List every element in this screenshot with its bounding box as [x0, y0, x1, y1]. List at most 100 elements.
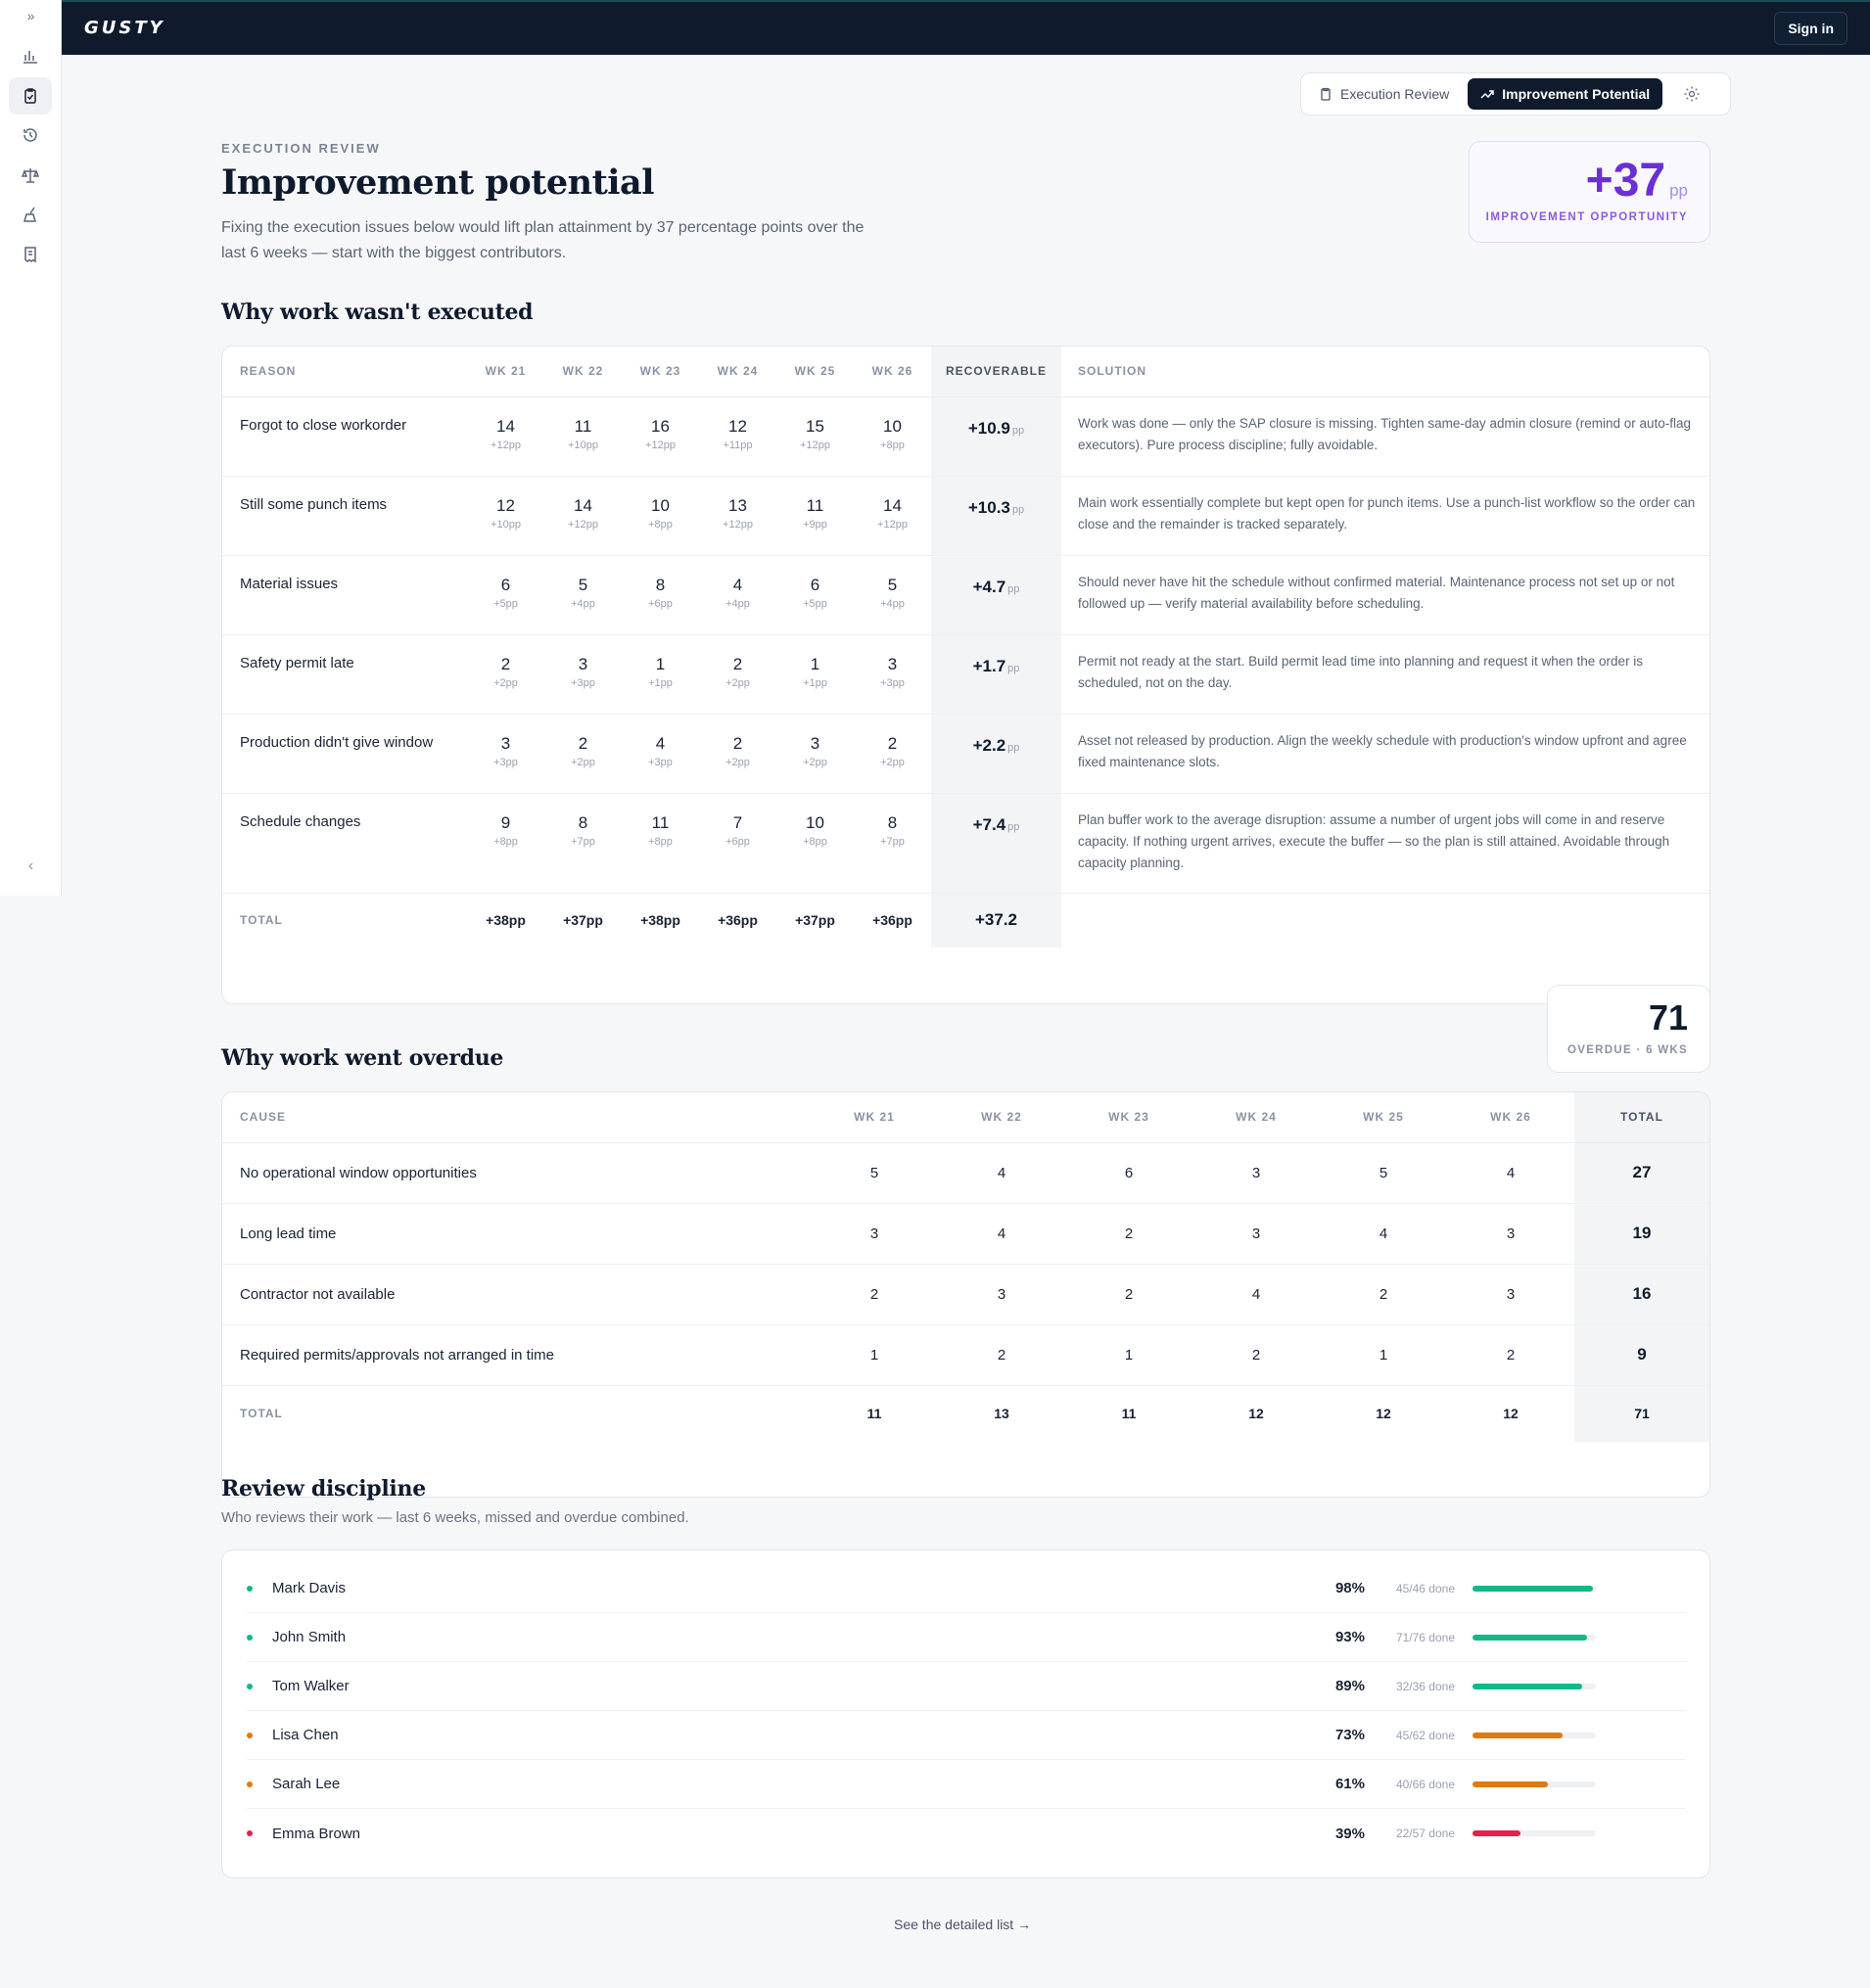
- week-pp: +4pp: [725, 597, 750, 610]
- expand-sidebar-icon[interactable]: »: [0, 8, 62, 23]
- week-cell: 6 +5pp: [776, 555, 854, 635]
- kpi-label: IMPROVEMENT OPPORTUNITY: [1485, 211, 1688, 223]
- week-count: 12: [728, 416, 747, 436]
- solution-cell: Work was done — only the SAP closure is …: [1061, 396, 1709, 477]
- status-dot: [247, 1780, 253, 1787]
- week-pp: +9pp: [803, 518, 827, 531]
- week-cell: 4: [938, 1142, 1065, 1204]
- tab-label: Improvement Potential: [1502, 86, 1651, 102]
- week-pp: +4pp: [880, 597, 905, 610]
- eyebrow: EXECUTION REVIEW: [221, 141, 381, 156]
- week-count: 2: [732, 654, 743, 673]
- week-pp: +1pp: [648, 676, 673, 689]
- total-week: +36pp: [718, 912, 758, 929]
- table-row: Contractor not available 2 3 2 4 2 3 16: [222, 1264, 1709, 1325]
- week-cell: 1: [811, 1324, 938, 1386]
- top-bar: GUSTY Sign in: [62, 0, 1870, 55]
- list-item[interactable]: John Smith 93% 71/76 done: [247, 1613, 1686, 1662]
- week-cell: 10 +8pp: [854, 396, 931, 477]
- week-cell: 2 +2pp: [699, 714, 776, 794]
- week-cell: 1 +1pp: [622, 634, 699, 715]
- week-count: 13: [728, 495, 747, 515]
- week-count: 15: [806, 416, 824, 436]
- broom-icon[interactable]: [9, 196, 52, 233]
- list-item[interactable]: Mark Davis 98% 45/46 done: [247, 1564, 1686, 1613]
- week-pp: +5pp: [803, 597, 827, 610]
- person-name: Emma Brown: [272, 1825, 361, 1842]
- week-cell: 3 +3pp: [544, 634, 622, 715]
- week-cell: 4: [1447, 1142, 1574, 1204]
- week-cell: 11 +9pp: [776, 476, 854, 556]
- week-cell: 3 +2pp: [776, 714, 854, 794]
- week-cell: 3 +3pp: [854, 634, 931, 715]
- week-pp: +2pp: [493, 676, 518, 689]
- trending-up-icon: [1480, 90, 1495, 99]
- history-icon[interactable]: [9, 116, 52, 154]
- recoverable-value: +10.9: [967, 418, 1010, 438]
- reason-label: Production didn't give window: [240, 733, 434, 751]
- recoverable-cell: +4.7 pp: [931, 555, 1061, 635]
- list-item[interactable]: Emma Brown 39% 22/57 done: [247, 1809, 1686, 1858]
- section-title-overdue: Why work went overdue: [221, 1045, 504, 1071]
- recoverable-unit: pp: [1007, 820, 1020, 833]
- week-cell: 5: [811, 1142, 938, 1204]
- week-cell: 4 +3pp: [622, 714, 699, 794]
- review-percent: 98%: [1334, 1580, 1365, 1596]
- list-item[interactable]: Lisa Chen 73% 45/62 done: [247, 1711, 1686, 1760]
- week-cell: 13 +12pp: [699, 476, 776, 556]
- week-count: 10: [651, 495, 670, 515]
- recoverable-cell: +10.9 pp: [931, 396, 1061, 477]
- week-cell: 8 +6pp: [622, 555, 699, 635]
- col-header: WK 23: [1065, 1092, 1192, 1143]
- tab-execution-review[interactable]: Execution Review: [1306, 78, 1462, 110]
- sign-in-button[interactable]: Sign in: [1774, 12, 1847, 45]
- reason-label: Material issues: [240, 575, 339, 592]
- progress-bar: [1473, 1732, 1596, 1738]
- detailed-list-link[interactable]: See the detailed list →: [894, 1917, 1031, 1932]
- progress-bar-fill: [1473, 1732, 1563, 1738]
- clipboard-icon: [1321, 87, 1331, 101]
- page-title: Improvement potential: [221, 162, 655, 203]
- week-cell: 2 +2pp: [854, 714, 931, 794]
- total-recoverable: +37.2: [931, 893, 1061, 948]
- col-header: WK 25: [1320, 1092, 1447, 1143]
- week-pp: +3pp: [648, 756, 673, 768]
- week-count: 14: [883, 495, 902, 515]
- bar-chart-icon[interactable]: [9, 37, 52, 74]
- scale-icon[interactable]: [9, 157, 52, 194]
- col-header: WK 21: [467, 347, 544, 397]
- tab-improvement-potential[interactable]: Improvement Potential: [1468, 78, 1663, 110]
- col-header: TOTAL: [1574, 1092, 1709, 1143]
- total-cell: 9: [1574, 1324, 1709, 1386]
- reason-cell: Material issues: [222, 555, 467, 635]
- cause-cell: Contractor not available: [222, 1264, 811, 1325]
- list-item[interactable]: Tom Walker 89% 32/36 done: [247, 1662, 1686, 1711]
- total-week: +37pp: [795, 912, 835, 929]
- table-row: Production didn't give window 3 +3pp 2 +2pp 4…: [222, 714, 1709, 794]
- week-cell: 6 +5pp: [467, 555, 544, 635]
- review-percent: 61%: [1334, 1776, 1365, 1792]
- total-week: +36pp: [872, 912, 912, 929]
- overdue-kpi-label: OVERDUE · 6 WKS: [1566, 1044, 1688, 1056]
- total-week: 11: [866, 1406, 882, 1422]
- week-pp: +8pp: [803, 835, 827, 848]
- clipboard-check-icon[interactable]: [9, 77, 52, 115]
- review-subtitle: Who reviews their work — last 6 weeks, m…: [221, 1509, 689, 1526]
- recoverable-value: +10.3: [967, 497, 1010, 517]
- review-done-count: 45/62 done: [1395, 1728, 1455, 1742]
- progress-bar: [1473, 1634, 1596, 1641]
- week-cell: 10 +8pp: [776, 793, 854, 894]
- week-count: 2: [500, 654, 511, 673]
- list-item[interactable]: Sarah Lee 61% 40/66 done: [247, 1760, 1686, 1809]
- receipt-icon[interactable]: [9, 236, 52, 273]
- overdue-kpi-value: 71: [1648, 997, 1688, 1038]
- person-name: Mark Davis: [272, 1580, 347, 1596]
- col-header: WK 22: [544, 347, 622, 397]
- status-dot: [247, 1683, 253, 1689]
- logo[interactable]: GUSTY: [84, 18, 165, 38]
- collapse-sidebar-icon[interactable]: ‹: [0, 857, 62, 875]
- recoverable-unit: pp: [1011, 503, 1025, 516]
- solution-cell: Permit not ready at the start. Build per…: [1061, 634, 1709, 715]
- gear-icon[interactable]: [1683, 85, 1701, 103]
- solution-cell: Main work essentially complete but kept …: [1061, 476, 1709, 556]
